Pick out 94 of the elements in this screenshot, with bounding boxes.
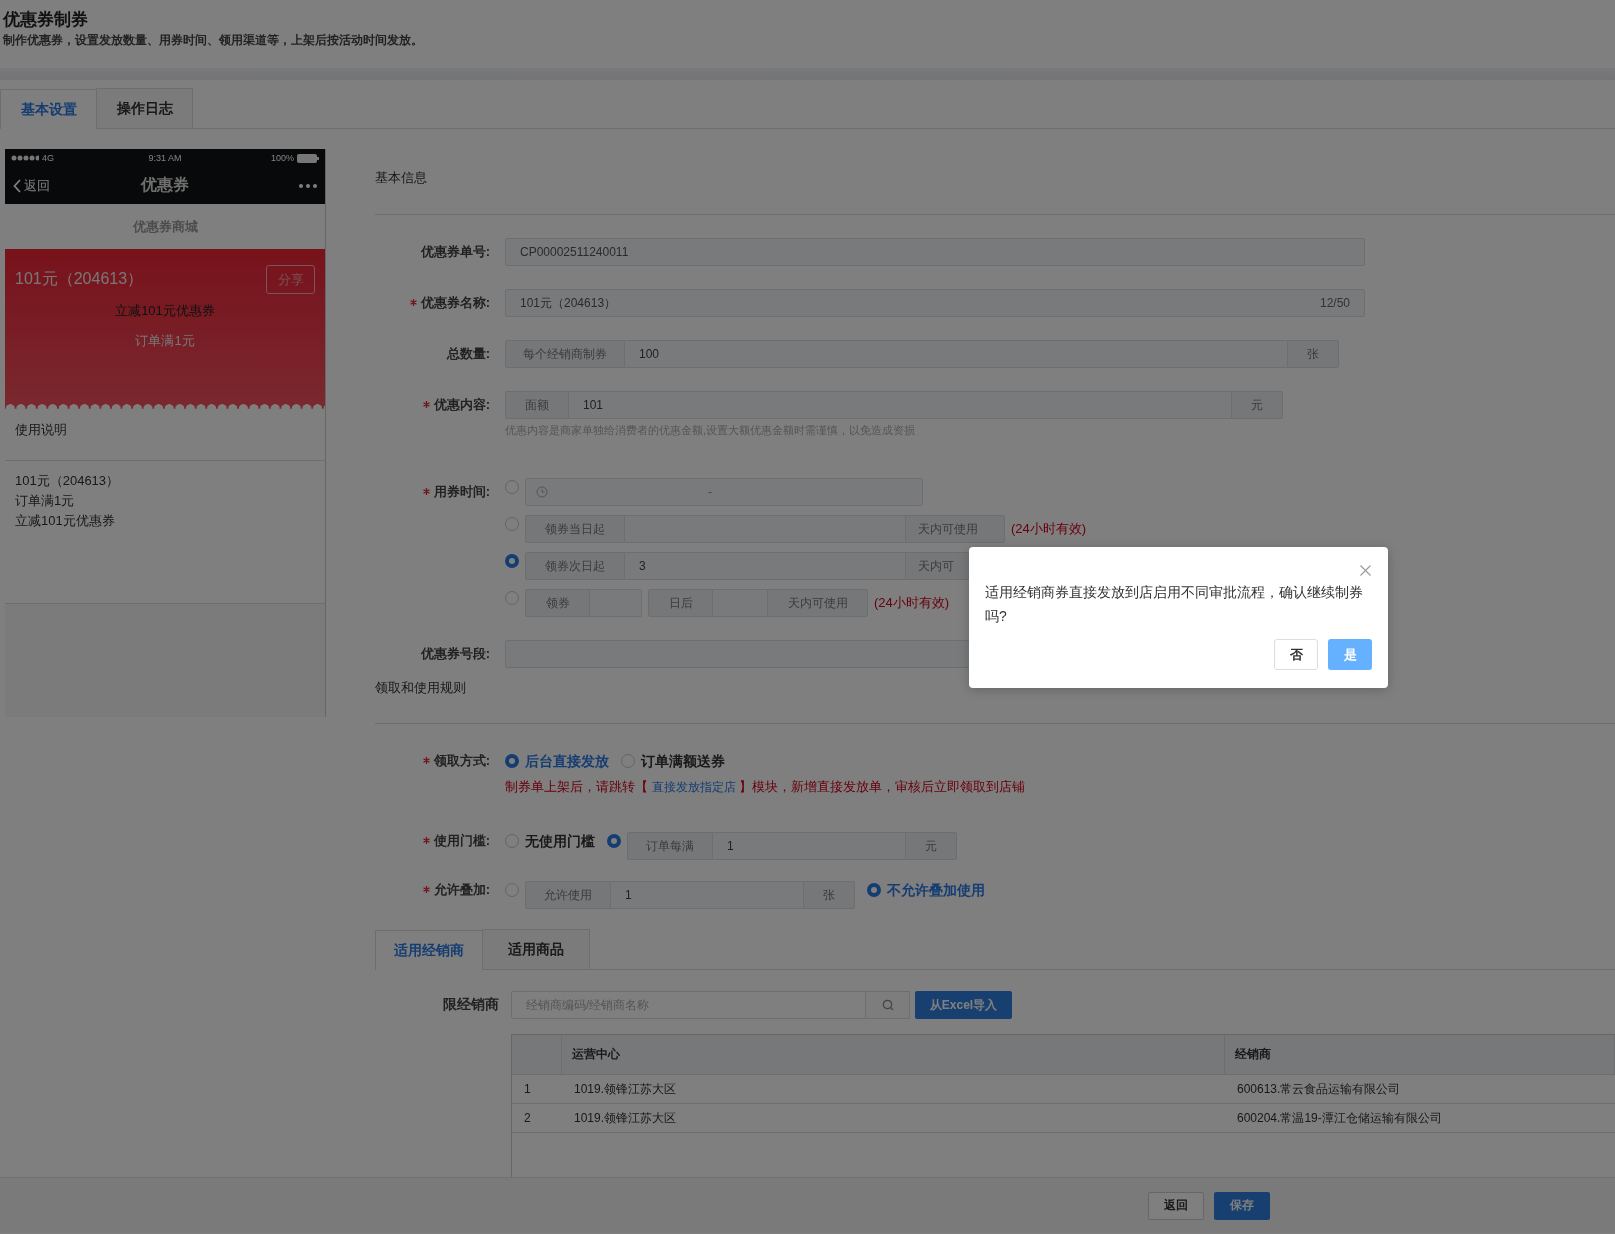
radio-label: 不允许叠加使用	[887, 881, 985, 899]
radio-button[interactable]	[505, 883, 519, 897]
signal-icon	[11, 155, 39, 161]
dialog-button[interactable]: 否	[1274, 639, 1318, 670]
field-suffix: 天内可使用	[905, 515, 1005, 543]
table-cell: 1019.领锋江苏大区	[562, 1075, 1225, 1104]
input-field[interactable]: 1	[713, 832, 905, 860]
page-subtitle: 制作优惠券，设置发放数量、用券时间、领用渠道等，上架后按活动时间发放。	[3, 32, 424, 49]
input-field[interactable]: 101	[569, 391, 1231, 419]
field-prefix: 领券次日起	[525, 552, 625, 580]
field-label: 优惠券号段:	[420, 645, 490, 663]
field-prefix: 面额	[505, 391, 569, 419]
range-separator: -	[708, 485, 712, 499]
dialog-message: 适用经销商券直接发放到店启用不同审批流程，确认继续制券吗?	[985, 583, 1364, 626]
clock-time: 9:31 AM	[148, 153, 182, 163]
tab[interactable]: 基本设置	[0, 89, 97, 129]
radio-button[interactable]	[505, 480, 519, 494]
radio-label: 订单满额送券	[641, 752, 725, 770]
tab[interactable]: 适用经销商	[375, 930, 483, 970]
input-field[interactable]: 3	[625, 552, 905, 580]
footer-button[interactable]: 返回	[1148, 1191, 1204, 1220]
close-icon	[1360, 565, 1371, 576]
radio-button[interactable]	[505, 517, 519, 531]
header-cell	[512, 1035, 562, 1075]
nav-title: 优惠券	[141, 175, 189, 195]
back-button[interactable]: 返回	[13, 176, 50, 195]
field-label: 领取方式:	[422, 752, 490, 770]
section-title: 基本信息	[375, 170, 427, 186]
dialog-button[interactable]: 是	[1328, 639, 1372, 670]
coupon-name: 101元（204613）	[15, 269, 144, 289]
field-suffix: 元	[905, 832, 957, 860]
field-prefix: 领券	[525, 589, 590, 617]
field-suffix: 张	[1287, 340, 1339, 368]
field-label: 优惠券名称:	[409, 294, 490, 312]
page-title: 优惠券制券	[3, 9, 89, 31]
radio-button[interactable]	[607, 834, 621, 848]
table-cell: 600613.常云食品运输有限公司	[1225, 1075, 1615, 1104]
text-field[interactable]: 101元（204613） 12/50	[505, 289, 1365, 317]
field-label: 用券时间:	[422, 483, 490, 501]
search-icon	[881, 999, 894, 1011]
radio-button[interactable]	[505, 554, 519, 568]
radio-label: 无使用门槛	[525, 832, 595, 850]
footer-button[interactable]: 保存	[1214, 1191, 1270, 1220]
radio-button[interactable]	[505, 834, 519, 848]
import-button[interactable]: 从Excel导入	[915, 991, 1012, 1019]
table-cell: 1	[512, 1075, 562, 1104]
input-field[interactable]: 100	[625, 340, 1287, 368]
radio-label: 后台直接发放	[525, 752, 609, 770]
section-heading: 使用说明	[15, 422, 67, 437]
field-prefix: 领券当日起	[525, 515, 625, 543]
field-prefix: 允许使用	[525, 881, 611, 909]
radio-button[interactable]	[621, 754, 635, 768]
search-button[interactable]	[866, 991, 910, 1019]
date-range-field[interactable]: -	[525, 478, 923, 506]
coupon-discount: 立减101元优惠券	[114, 302, 216, 320]
field-label: 限经销商	[442, 996, 500, 1014]
tab[interactable]: 操作日志	[96, 88, 193, 128]
text-field[interactable]: CP00002511240011	[505, 238, 1365, 266]
field-suffix: 张	[803, 881, 855, 909]
field-suffix: 元	[1231, 391, 1283, 419]
radio-button[interactable]	[505, 754, 519, 768]
section-title: 领取和使用规则	[375, 680, 466, 696]
usage-line: 订单满1元	[15, 492, 76, 510]
field-label: 优惠券单号:	[420, 243, 490, 261]
usage-line: 101元（204613）	[15, 472, 121, 490]
field-label: 总数量:	[446, 345, 490, 363]
radio-button[interactable]	[867, 883, 881, 897]
validity-note: (24小时有效)	[1011, 520, 1087, 538]
more-icon	[299, 183, 317, 188]
network-label: 4G	[42, 153, 54, 163]
close-button[interactable]	[1360, 565, 1371, 576]
field-suffix: 天内可使用	[767, 589, 868, 617]
battery-label: 100%	[270, 153, 294, 163]
notice-text: 制券单上架后，请跳转【 直接发放指定店 】模块，新增直接发放单，审核后立即领取到店铺	[505, 778, 1027, 796]
link[interactable]: 直接发放指定店	[651, 780, 736, 794]
radio-button[interactable]	[505, 591, 519, 605]
chevron-left-icon	[13, 178, 21, 193]
coupon-condition: 订单满1元	[134, 332, 196, 350]
header-cell: 运营中心	[562, 1035, 1225, 1075]
table-cell: 2	[512, 1104, 562, 1133]
validity-note: (24小时有效)	[874, 594, 950, 612]
field-label: 优惠内容:	[422, 396, 490, 414]
field-label: 使用门槛:	[422, 832, 490, 850]
battery-icon	[297, 153, 319, 163]
tab[interactable]: 适用商品	[482, 929, 590, 969]
field-prefix: 订单每满	[627, 832, 713, 860]
table-cell: 1019.领锋江苏大区	[562, 1104, 1225, 1133]
input-field[interactable]: 1	[611, 881, 803, 909]
header-cell: 经销商	[1225, 1035, 1615, 1075]
table-cell: 600204.常温19-潭江仓储运输有限公司	[1225, 1104, 1615, 1133]
usage-line: 立减101元优惠券	[15, 512, 116, 530]
clock-icon	[536, 486, 548, 498]
field-label: 允许叠加:	[422, 881, 490, 899]
char-counter: 12/50	[1319, 296, 1350, 310]
